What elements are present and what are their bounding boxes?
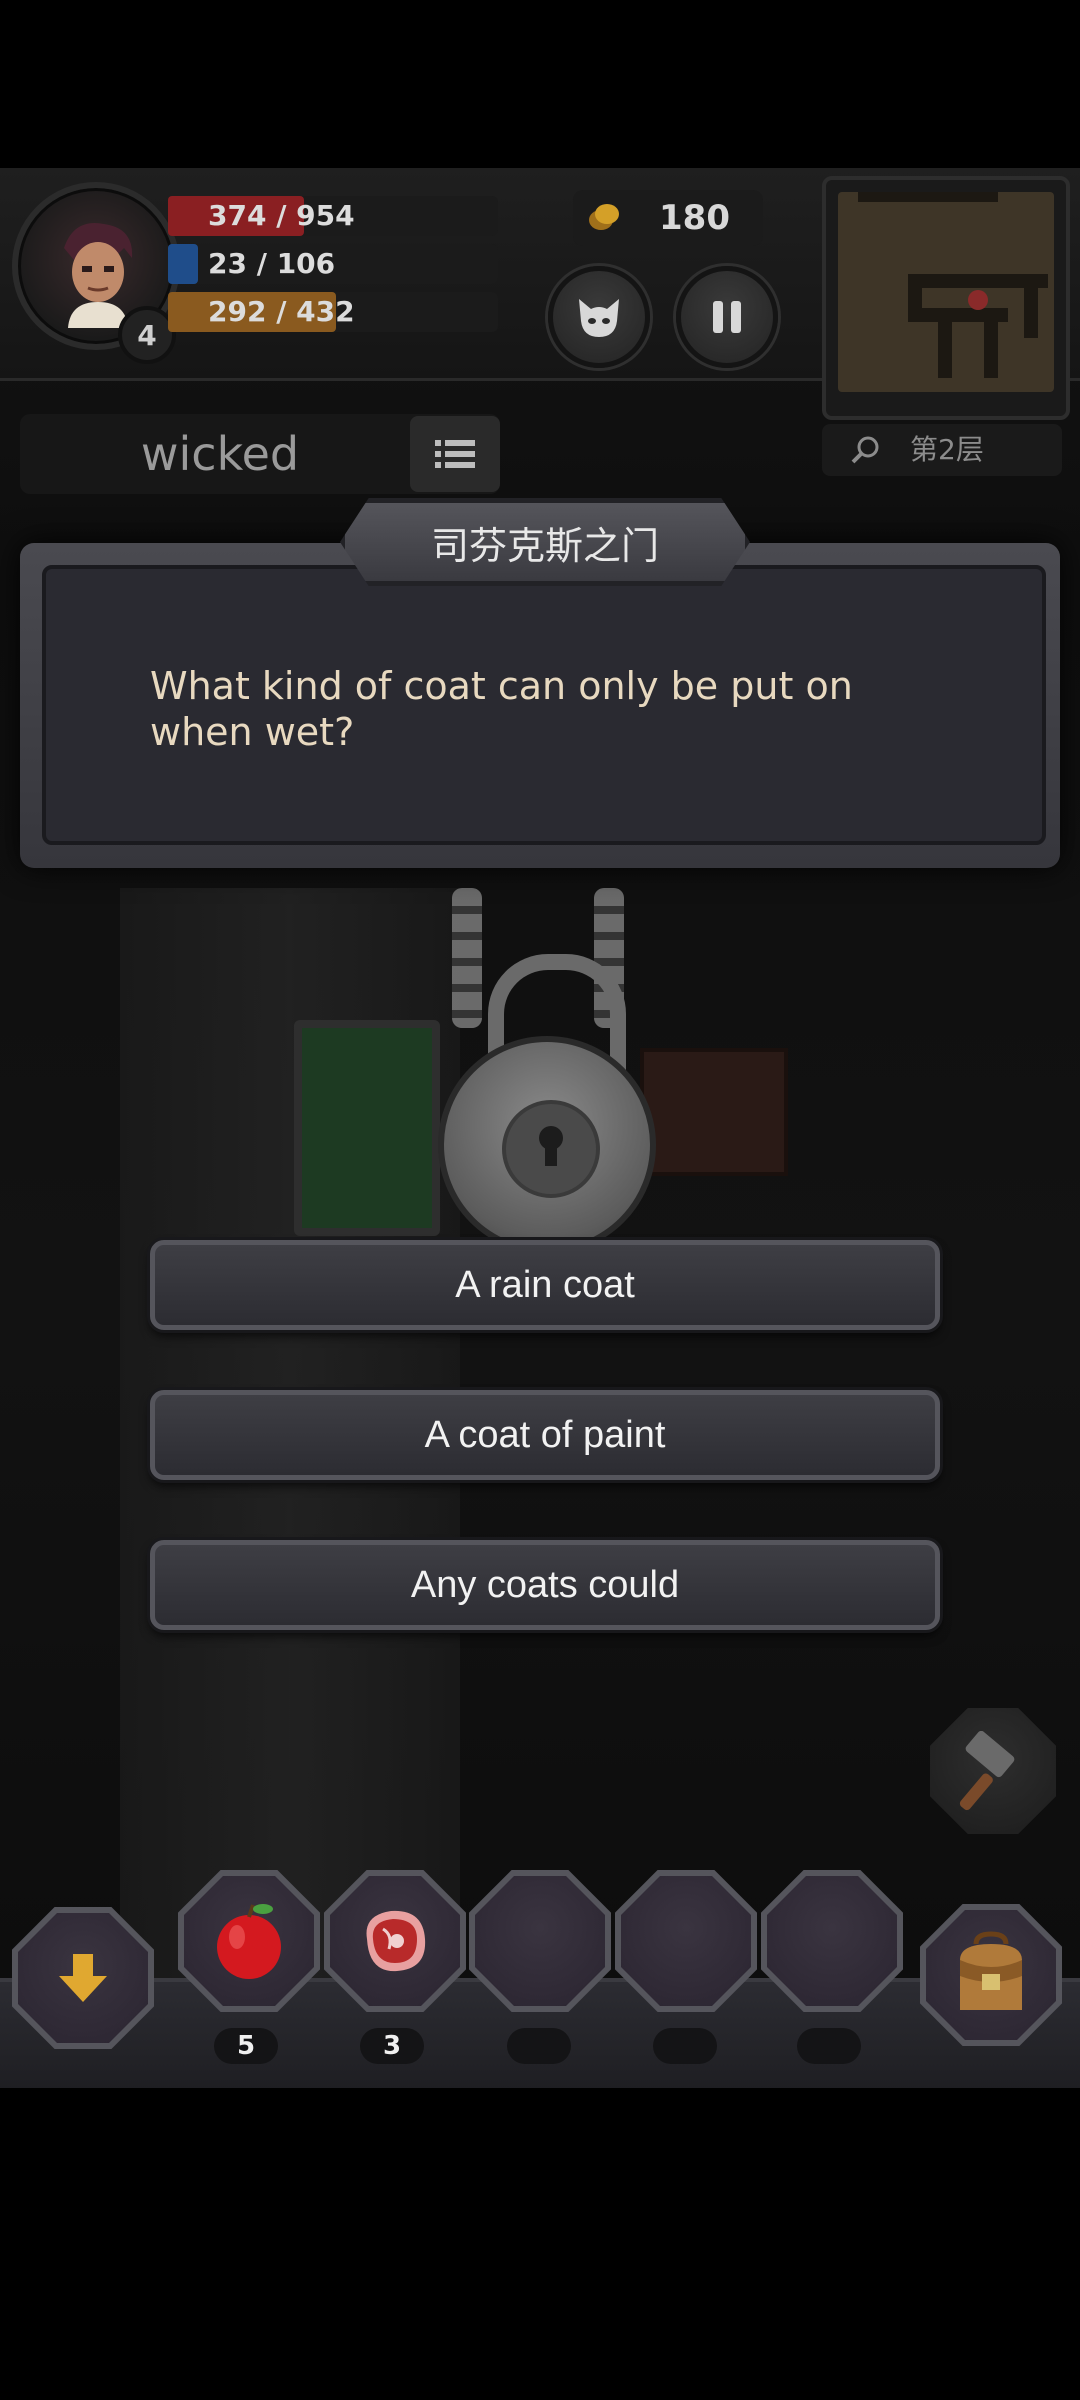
item-count <box>653 2028 717 2064</box>
item-slot-empty[interactable] <box>621 1876 751 2006</box>
item-slot-apple[interactable] <box>184 1876 314 2006</box>
item-slot-empty[interactable] <box>767 1876 897 2006</box>
pet-button[interactable] <box>548 266 650 368</box>
down-arrow-icon <box>59 1954 107 2002</box>
question-text: What kind of coat can only be put on whe… <box>150 664 853 754</box>
panel-title: 司芬克斯之门 <box>430 523 659 568</box>
floor-label: 第2层 <box>910 433 984 466</box>
coin-counter: 180 <box>573 190 763 246</box>
item-count: 5 <box>214 2028 278 2064</box>
apple-icon <box>217 1904 281 1979</box>
hero-portrait-icon <box>64 223 133 328</box>
backpack-icon <box>960 1931 1022 2010</box>
item-slot-empty[interactable] <box>475 1876 605 2006</box>
chain-left <box>452 888 482 1028</box>
minimap-layout-icon <box>858 192 1048 378</box>
pause-button[interactable] <box>676 266 778 368</box>
hp-text: 374 / 954 <box>208 199 355 232</box>
meat-icon <box>366 1910 426 1972</box>
padlock-icon <box>438 1036 656 1254</box>
player-name: wicked <box>140 427 300 481</box>
hp-bar: 374 / 954 <box>168 196 498 236</box>
search-icon <box>851 436 879 464</box>
floor-indicator[interactable]: 第2层 <box>822 424 1062 476</box>
minimap-view <box>838 192 1054 392</box>
brick-crate <box>640 1048 788 1176</box>
answer-button-1[interactable]: A rain coat <box>150 1240 940 1330</box>
answer-label: A coat of paint <box>424 1413 666 1456</box>
item-count: 3 <box>360 2028 424 2064</box>
list-icon <box>435 440 475 468</box>
cat-face-icon <box>579 299 619 337</box>
answer-label: A rain coat <box>455 1263 635 1306</box>
pause-icon <box>713 301 741 333</box>
item-count <box>797 2028 861 2064</box>
menu-button[interactable] <box>410 416 500 492</box>
locked-door <box>294 1020 440 1236</box>
answer-button-2[interactable]: A coat of paint <box>150 1390 940 1480</box>
keyhole-slot <box>545 1144 557 1166</box>
hammer-icon <box>959 1731 1015 1811</box>
answer-label: Any coats could <box>410 1563 680 1606</box>
answer-button-3[interactable]: Any coats could <box>150 1540 940 1630</box>
panel-title-tab: 司芬克斯之门 <box>340 498 750 586</box>
descend-button[interactable] <box>18 1913 148 2043</box>
coin-amount: 180 <box>659 198 730 238</box>
hammer-button[interactable] <box>930 1708 1056 1834</box>
item-count <box>507 2028 571 2064</box>
game-area: 4 374 / 954 23 / 106 292 / 432 180 第2层 w… <box>0 168 1080 2088</box>
mp-text: 23 / 106 <box>208 247 336 280</box>
mp-bar: 23 / 106 <box>168 244 498 284</box>
coin-icon <box>589 204 619 230</box>
keyhole-ring <box>502 1100 600 1198</box>
mp-bar-fill <box>168 244 198 284</box>
minimap[interactable] <box>822 176 1070 420</box>
exp-text: 292 / 432 <box>208 295 355 328</box>
screen: 4 374 / 954 23 / 106 292 / 432 180 第2层 w… <box>0 0 1080 2400</box>
exp-bar: 292 / 432 <box>168 292 498 332</box>
item-slot-meat[interactable] <box>330 1876 460 2006</box>
backpack-button[interactable] <box>926 1910 1056 2040</box>
